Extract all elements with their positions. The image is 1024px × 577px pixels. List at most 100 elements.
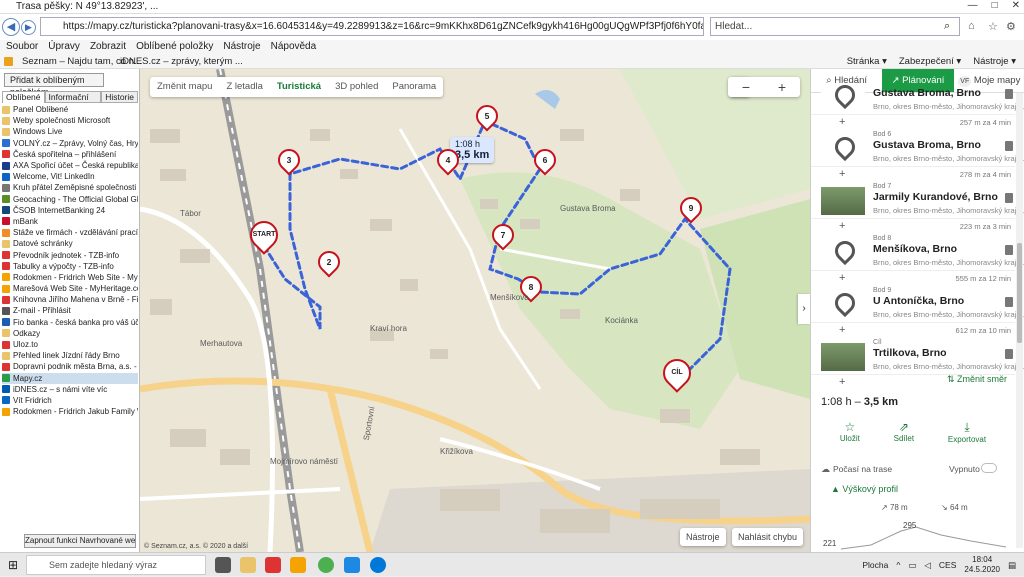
map-canvas[interactable]: Změnit mapu Z letadla Turistická 3D pohl…: [140, 69, 810, 552]
zoom-out-button[interactable]: −: [742, 79, 750, 95]
favorites-star-icon[interactable]: [4, 57, 13, 66]
suggested-sites-button[interactable]: Zapnout funkci Navrhované weby...: [24, 534, 136, 548]
add-stop-icon[interactable]: +: [839, 272, 845, 284]
trash-icon[interactable]: [1005, 349, 1013, 359]
report-error-button[interactable]: Nahlásit chybu: [732, 528, 804, 546]
fav-idnes[interactable]: iDNES.cz – zprávy, kterým ...: [120, 54, 243, 69]
favorite-item[interactable]: Windows Live: [2, 126, 138, 137]
route-stop[interactable]: Bod 9U Antoníčka, Brno Brno, okres Brno-m…: [811, 287, 1024, 323]
favorite-item[interactable]: AXA Spořicí účet – Česká republika: [2, 160, 138, 171]
menu-view[interactable]: Zobrazit: [90, 40, 126, 54]
collapse-panel-button[interactable]: ›: [798, 294, 810, 324]
favorite-item[interactable]: Fio banka - česká banka pro váš účet ne.…: [2, 317, 138, 328]
add-stop-icon[interactable]: +: [839, 220, 845, 232]
elevation-profile-label[interactable]: ▲ Výškový profil: [831, 484, 898, 494]
favorite-item[interactable]: Tabulky a výpočty - TZB-info: [2, 261, 138, 272]
favorite-item[interactable]: ČSOB InternetBanking 24: [2, 205, 138, 216]
change-direction-button[interactable]: ⇅ Změnit směr: [947, 374, 1007, 385]
favorite-item[interactable]: Rodokmen - Fridrich Jakub Family Web...: [2, 406, 138, 417]
trash-icon[interactable]: [1005, 193, 1013, 203]
task-view-icon[interactable]: [215, 557, 231, 573]
tab-history[interactable]: Historie: [101, 91, 138, 103]
route-stop[interactable]: Cíl Trtilkova, Brno Brno, okres Brno-město…: [811, 339, 1024, 375]
file-explorer-icon[interactable]: [240, 557, 256, 573]
favorite-item[interactable]: Knihovna Jiřího Mahena v Brně - Firmy.cz: [2, 294, 138, 305]
weather-toggle[interactable]: [981, 463, 997, 473]
share-button[interactable]: ⇗ Sdílet: [894, 420, 914, 456]
route-stop[interactable]: Gustava Broma, Brno Brno, okres Brno-měst…: [811, 79, 1024, 115]
page-menu[interactable]: Stránka ▾: [847, 54, 887, 69]
route-stop[interactable]: Bod 7 Jarmily Kurandové, Brno Brno, okres …: [811, 183, 1024, 219]
menu-file[interactable]: Soubor: [6, 40, 38, 54]
office-icon[interactable]: [265, 557, 281, 573]
trash-icon[interactable]: [1005, 89, 1013, 99]
volume-icon[interactable]: ◁: [924, 560, 931, 571]
favorite-item[interactable]: Weby společnosti Microsoft: [2, 115, 138, 126]
add-stop-icon[interactable]: +: [839, 376, 845, 388]
security-menu[interactable]: Zabezpečení ▾: [899, 54, 961, 69]
windows-start-icon[interactable]: ⊞: [0, 553, 26, 577]
menu-edit[interactable]: Úpravy: [48, 40, 80, 54]
menu-help[interactable]: Nápověda: [271, 40, 317, 54]
panel-scrollbar[interactable]: [1016, 93, 1023, 548]
tools-button[interactable]: Nástroje: [680, 528, 726, 546]
aerial-button[interactable]: Z letadla: [219, 77, 269, 97]
export-button[interactable]: ⤓ Exportovat: [948, 420, 986, 456]
route-stop[interactable]: Bod 8 Menšíkova, Brno Brno, okres Brno-měs…: [811, 235, 1024, 271]
trash-icon[interactable]: [1005, 141, 1013, 151]
menu-tools[interactable]: Nástroje: [223, 40, 260, 54]
3d-view-button[interactable]: 3D pohled: [328, 77, 385, 97]
favorite-item[interactable]: iDNES.cz – s námi víte víc: [2, 384, 138, 395]
favorite-item[interactable]: Z-mail - Přihlásit: [2, 305, 138, 316]
chrome-icon[interactable]: [318, 557, 334, 573]
tourist-map-button[interactable]: Turistická: [270, 77, 328, 97]
save-button[interactable]: ☆ Uložit: [840, 420, 860, 456]
favorites-star-icon[interactable]: ☆: [988, 20, 998, 33]
notifications-icon[interactable]: ▤: [1008, 560, 1016, 571]
favorite-item[interactable]: Odkazy: [2, 328, 138, 339]
favorite-item[interactable]: VOLNÝ.cz – Zprávy, Volný čas, Hry, E-mai…: [2, 138, 138, 149]
favorite-item[interactable]: Marešová Web Site - MyHeritage.com: [2, 283, 138, 294]
favorite-item[interactable]: Převodník jednotek - TZB-info: [2, 249, 138, 260]
tools-menu[interactable]: Nástroje ▾: [973, 54, 1016, 69]
menu-favorites[interactable]: Oblíbené položky: [136, 40, 213, 54]
favorite-item[interactable]: Mapy.cz: [2, 372, 138, 384]
favorite-item[interactable]: Geocaching - The Official Global GPS C..…: [2, 194, 138, 205]
minimize-button[interactable]: —: [968, 0, 978, 11]
home-icon[interactable]: ⌂: [968, 20, 975, 32]
back-icon[interactable]: ◀: [2, 18, 20, 36]
panorama-button[interactable]: Panorama: [385, 77, 443, 97]
favorite-item[interactable]: mBank: [2, 216, 138, 227]
browser-search-input[interactable]: Hledat...: [710, 17, 960, 36]
tray-chevron-icon[interactable]: ^: [896, 560, 900, 570]
trash-icon[interactable]: [1005, 297, 1013, 307]
desktop-label[interactable]: Plocha: [862, 560, 888, 570]
favorite-item[interactable]: Uloz.to: [2, 339, 138, 350]
add-stop-icon[interactable]: +: [839, 168, 845, 180]
language-indicator[interactable]: CES: [939, 560, 956, 570]
settings-gear-icon[interactable]: ⚙: [1006, 20, 1016, 33]
maximize-button[interactable]: □: [992, 0, 998, 11]
internet-explorer-icon[interactable]: [344, 557, 360, 573]
favorite-item[interactable]: Vít Fridrich: [2, 395, 138, 406]
edge-icon[interactable]: [370, 557, 386, 573]
taskbar-search-input[interactable]: Sem zadejte hledaný výraz: [26, 555, 206, 575]
add-stop-icon[interactable]: +: [839, 324, 845, 336]
favorite-item[interactable]: Přehled linek Jízdní řády Brno: [2, 350, 138, 361]
close-button[interactable]: ✕: [1012, 0, 1020, 11]
tab-favorites[interactable]: Oblíbené: [2, 91, 45, 103]
favorite-item[interactable]: Rodokmen - Fridrich Web Site - MyHeri...: [2, 272, 138, 283]
favorite-item[interactable]: Welcome, Vit! LinkedIn: [2, 171, 138, 182]
add-to-favorites-button[interactable]: Přidat k oblíbeným položkám: [4, 73, 104, 97]
favorite-item[interactable]: Kruh přátel Zeměpisné společnosti Brno: [2, 182, 138, 193]
network-icon[interactable]: ▭: [908, 560, 916, 571]
favorite-item[interactable]: Česká spořitelna – přihlášení: [2, 149, 138, 160]
favorite-item[interactable]: Panel Oblíbené: [2, 104, 138, 115]
change-map-button[interactable]: Změnit mapu: [150, 77, 219, 97]
route-stop[interactable]: Bod 6 Gustava Broma, Brno Brno, okres Brno…: [811, 131, 1024, 167]
forward-icon[interactable]: ▶: [21, 20, 36, 35]
tab-feeds[interactable]: Informační ...: [44, 91, 102, 112]
search-icon[interactable]: ⌕: [944, 20, 950, 33]
clock[interactable]: 18:04 24.5.2020: [964, 555, 1000, 575]
trash-icon[interactable]: [1005, 245, 1013, 255]
